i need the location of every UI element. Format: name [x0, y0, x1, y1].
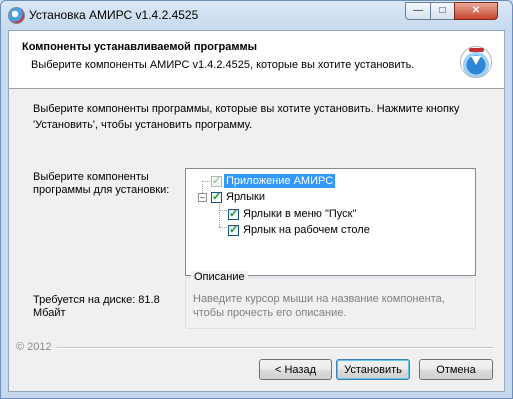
- collapse-toggle-icon[interactable]: –: [198, 193, 207, 202]
- title-bar[interactable]: Установка АМИРС v1.4.2.4525 — □ ✕: [1, 1, 512, 29]
- tree-item-label[interactable]: Ярлыки: [224, 190, 267, 204]
- tree-item-label[interactable]: Ярлыки в меню "Пуск": [241, 207, 358, 221]
- back-button[interactable]: < Назад: [259, 359, 332, 380]
- footer-divider: [57, 347, 494, 349]
- components-tree[interactable]: ✓ Приложение АМИРС – ✓ Ярлыки ✓ Ярлыки в…: [185, 168, 476, 276]
- components-label-line-2: программы для установки:: [33, 184, 170, 196]
- description-title: Описание: [191, 271, 248, 283]
- description-line-1: Наведите курсор мыши на название компоне…: [193, 293, 445, 305]
- instructions-line-2: 'Установить', чтобы установить программу…: [33, 119, 253, 131]
- copyright-text: © 2012: [16, 341, 57, 353]
- minimize-button[interactable]: —: [405, 2, 431, 20]
- description-groupbox: Описание Наведите курсор мыши на названи…: [185, 271, 476, 329]
- description-text: Наведите курсор мыши на название компоне…: [193, 292, 469, 320]
- footer-branding: © 2012: [9, 341, 504, 353]
- minimize-icon: —: [413, 5, 423, 16]
- disk-space-required: Требуется на диске: 81.8 Мбайт: [33, 294, 173, 320]
- window-title: Установка АМИРС v1.4.2.4525: [29, 8, 199, 22]
- shortcuts-checkbox[interactable]: ✓: [211, 192, 222, 203]
- installer-client-area: Компоненты устанавливаемой программы Выб…: [8, 30, 505, 392]
- page-header: Компоненты устанавливаемой программы Выб…: [9, 31, 504, 89]
- tree-item-label[interactable]: Приложение АМИРС: [224, 174, 336, 188]
- components-label: Выберите компоненты программы для устано…: [33, 171, 183, 197]
- installer-app-icon: [8, 7, 25, 24]
- disk-space-line-1: Требуется на диске: 81.8: [33, 294, 160, 306]
- install-disc-icon: [460, 46, 492, 78]
- instructions-line-1: Выберите компоненты программы, которые в…: [33, 103, 460, 115]
- tree-item-label[interactable]: Ярлык на рабочем столе: [241, 223, 372, 237]
- maximize-button[interactable]: □: [430, 2, 455, 20]
- instructions-text: Выберите компоненты программы, которые в…: [33, 101, 473, 133]
- close-button[interactable]: ✕: [454, 2, 498, 20]
- description-line-2: чтобы прочесть его описание.: [193, 307, 347, 319]
- start-menu-shortcuts-checkbox[interactable]: ✓: [228, 209, 239, 220]
- install-button[interactable]: Установить: [336, 359, 410, 380]
- page-subtitle: Выберите компоненты АМИРС v1.4.2.4525, к…: [31, 59, 415, 71]
- page-title: Компоненты устанавливаемой программы: [22, 41, 258, 53]
- installer-window: Установка АМИРС v1.4.2.4525 — □ ✕ Компон…: [0, 0, 513, 399]
- cancel-button[interactable]: Отмена: [419, 359, 493, 380]
- components-label-line-1: Выберите компоненты: [33, 171, 149, 183]
- amirs-app-checkbox[interactable]: ✓: [211, 176, 222, 187]
- disk-space-line-2: Мбайт: [33, 307, 66, 319]
- close-icon: ✕: [471, 5, 481, 16]
- maximize-icon: □: [439, 5, 446, 16]
- desktop-shortcut-checkbox[interactable]: ✓: [228, 225, 239, 236]
